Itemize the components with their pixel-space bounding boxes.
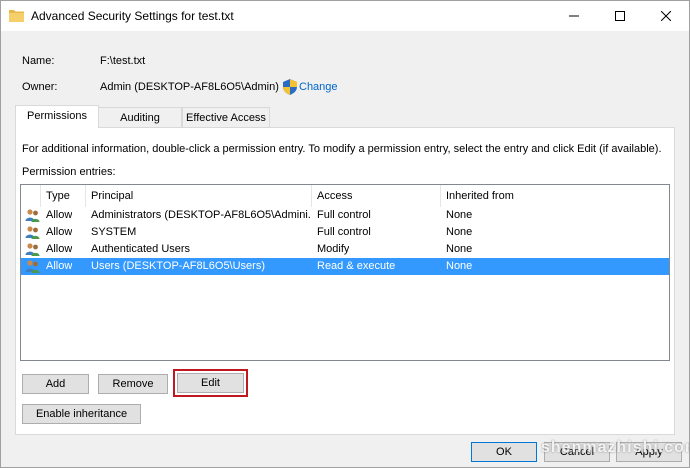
column-header-principal[interactable]: Principal — [86, 185, 312, 207]
row-inherited: None — [446, 243, 473, 255]
column-header-inherited[interactable]: Inherited from — [441, 185, 669, 207]
watermark: shenmazhishi.com — [541, 439, 690, 456]
window-title: Advanced Security Settings for test.txt — [31, 9, 234, 23]
users-icon — [25, 209, 40, 222]
folder-icon — [9, 10, 24, 22]
add-button[interactable]: Add — [22, 374, 89, 394]
tab-permissions[interactable]: Permissions — [15, 105, 99, 128]
change-owner-link[interactable]: Change — [299, 81, 338, 93]
enable-inheritance-button[interactable]: Enable inheritance — [22, 404, 141, 424]
close-button[interactable] — [643, 1, 689, 31]
maximize-icon — [615, 11, 625, 21]
close-icon — [661, 11, 671, 21]
column-header-icon[interactable] — [21, 185, 41, 207]
uac-shield-icon — [283, 79, 297, 95]
tab-auditing[interactable]: Auditing — [98, 107, 182, 127]
users-icon — [25, 243, 40, 256]
row-access: Full control — [317, 209, 371, 221]
security-settings-window: Advanced Security Settings for test.txt … — [0, 0, 690, 468]
minimize-icon — [569, 15, 579, 17]
row-access: Full control — [317, 226, 371, 238]
name-label: Name: — [22, 55, 55, 67]
name-value: F:\test.txt — [100, 55, 146, 67]
remove-button[interactable]: Remove — [98, 374, 168, 394]
edit-button[interactable]: Edit — [173, 369, 248, 397]
maximize-button[interactable] — [597, 1, 643, 31]
owner-value: Admin (DESKTOP-AF8L6O5\Admin) — [100, 81, 279, 93]
minimize-button[interactable] — [551, 1, 597, 31]
table-row[interactable]: Allow Administrators (DESKTOP-AF8L6O5\Ad… — [21, 207, 669, 224]
column-header-type[interactable]: Type — [41, 185, 86, 207]
tab-permissions-label: Permissions — [27, 110, 87, 122]
row-inherited: None — [446, 209, 473, 221]
instructions-text: For additional information, double-click… — [22, 143, 662, 155]
owner-label: Owner: — [22, 81, 58, 93]
permission-entries-label: Permission entries: — [22, 166, 116, 178]
row-type: Allow — [46, 226, 73, 238]
row-principal: Administrators (DESKTOP-AF8L6O5\Admini..… — [91, 209, 311, 221]
users-icon — [25, 260, 40, 273]
row-principal: SYSTEM — [91, 226, 137, 238]
table-row[interactable]: Allow Authenticated Users Modify None — [21, 241, 669, 258]
row-type: Allow — [46, 260, 73, 272]
row-inherited: None — [446, 226, 473, 238]
tab-effective-access-label: Effective Access — [186, 112, 266, 124]
row-type: Allow — [46, 209, 73, 221]
row-principal: Authenticated Users — [91, 243, 191, 255]
row-principal: Users (DESKTOP-AF8L6O5\Users) — [91, 260, 266, 272]
row-type: Allow — [46, 243, 73, 255]
column-header-access[interactable]: Access — [312, 185, 441, 207]
users-icon — [25, 226, 40, 239]
table-row[interactable]: Allow SYSTEM Full control None — [21, 224, 669, 241]
row-access: Modify — [317, 243, 350, 255]
permission-entries-list[interactable]: Type Principal Access Inherited from All… — [20, 184, 670, 361]
row-access: Read & execute — [317, 260, 396, 272]
row-inherited: None — [446, 260, 473, 272]
table-row-selected[interactable]: Allow Users (DESKTOP-AF8L6O5\Users) Read… — [21, 258, 669, 275]
tab-auditing-label: Auditing — [120, 112, 160, 124]
ok-button[interactable]: OK — [471, 442, 537, 462]
title-bar[interactable]: Advanced Security Settings for test.txt — [1, 1, 689, 31]
tab-effective-access[interactable]: Effective Access — [182, 107, 270, 127]
